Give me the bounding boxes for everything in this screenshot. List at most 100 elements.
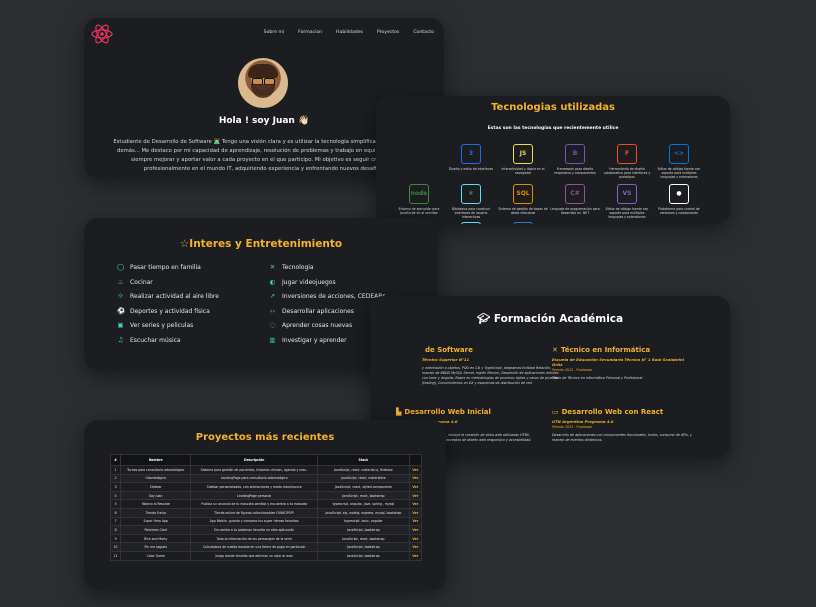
interest-label: Tecnologia [282,264,314,271]
tech-label: Interactividad y lógica en el navegador [501,167,545,175]
interest-item: ↗ Inversiones de acciones, CEDEARs [269,293,386,301]
projects-card: Proyectos más recientes # Nombre Descripci… [84,420,446,590]
table-header: Nombre [120,454,192,466]
education-period: Periodo 2012 - Finalizado [552,368,593,372]
reactnative-icon: ⚛ [461,222,481,224]
cooking-icon: ♨ [117,277,124,286]
tech-label: Framework para diseño responsivo y compo… [554,167,596,175]
nav-link-proyectos[interactable]: Proyectos [377,30,399,35]
table-cell: 6 [109,507,122,518]
code-icon: ‹› [269,306,276,315]
table-cell: 11 [109,550,122,561]
bootstrap-icon: B [565,144,585,164]
interest-label: Investigar y aprender [282,336,347,344]
tech-item: 3 Diseño y estilo de interfaces [446,144,496,171]
table-cell: Toda la información de los personajes de… [190,533,319,544]
table-cell: Pokemon Card [120,525,192,535]
view-project-link[interactable]: Ver [408,465,423,475]
nodejs-icon: node [409,184,429,204]
view-project-link[interactable]: Ver [408,516,423,527]
table-header: Descripción [190,454,319,466]
interest-item: ▣ Ver series y peliculas [117,322,194,330]
tools-icon: ✕ [552,346,558,354]
table-cell: typescript, ionic, angular [317,516,410,527]
table-row: 10 Pin me sagues Calculadora de sueldo bas… [109,542,423,552]
table-cell: 10 [109,542,122,552]
tech-label: Entorno de ejecución para JavaScript en … [398,207,440,215]
interest-label: Aprender cosas nuevas [282,322,353,329]
view-project-link[interactable]: Ver [408,499,423,509]
table-cell: 9 [109,533,122,544]
interest-label: Desarrollar aplicaciones [282,307,354,315]
table-cell: 2 [109,473,122,484]
interest-label: Ver series y peliculas [130,322,194,329]
view-project-link[interactable]: Ver [408,525,423,535]
table-cell: LandingPage para consultorio odontológic… [190,473,319,484]
table-cell: App Mobile, guarda y compara tus super h… [190,516,319,527]
technologies-card: Tecnologias utilizadas Estas son las tec… [376,96,730,224]
tech-item: ● Plataforma para control de versiones y … [654,184,704,215]
projects-title: Proyectos más recientes [195,432,335,443]
figma-icon: F [617,144,637,164]
table-row: 4 Soy Juan LandingPage personal JavaScript,… [109,490,423,501]
table-row: 5 Fábrica al Rescate Publica un anuncio de… [109,499,423,509]
view-project-link[interactable]: Ver [408,473,423,484]
interest-label: Deportes y actividad física [130,307,210,315]
tech-label: Sistema de gestión de bases de datos rel… [498,207,548,215]
view-project-link[interactable]: Ver [408,542,423,552]
tech-item: ⚛ Biblioteca para construir interfaces de… [446,184,496,219]
tech-label: Diseño y estilo de interfaces [449,167,493,171]
education-item: de Software Técnico Superior N°11 y orient… [422,346,562,386]
nav-link-sobre-mi[interactable]: Sobre mi [264,30,284,35]
nav-link-contacto[interactable]: Contacto [413,30,434,35]
react-logo-icon[interactable] [90,22,114,46]
avatar [238,58,288,108]
interest-item: ◯ Pasar tiempo en familia [117,263,201,272]
technologies-subtitle: Estas son las tecnologías que recienteme… [487,126,619,131]
tech-item: <> Editor de código fuente con soporte pa… [654,144,704,179]
view-project-link[interactable]: Ver [408,490,423,501]
table-cell: JavaScript, bootstrap [317,542,410,552]
education-item: ✕ Técnico en Informática Escuela de Educac… [552,346,692,381]
tech-label: Editor de código fuente con soporte para… [605,207,649,219]
tech-label: Herramienta de diseño colaborativo para … [603,167,651,179]
table-cell: JavaScript, react, material-ui, firebase [317,465,410,475]
gamepad-icon: ◐ [269,277,276,286]
view-project-link[interactable]: Ver [408,550,423,561]
table-cell: Turnos para consultorio odontológico [120,465,192,475]
table-cell: JavaScript, bootstrap [317,525,410,535]
table-cell: 5 [109,499,122,509]
interest-item: ☼ Realizar actividad al aire libre [117,293,219,301]
tech-label: Lenguaje de programación para desarrollo… [550,207,600,215]
nav-link-habilidades[interactable]: Habilidades [336,30,363,35]
table-cell: Calculadora de sueldo basada en una form… [190,542,319,552]
tech-label: Editor de código fuente con soporte para… [657,167,701,179]
interests-title: ☆Interes y Entretenimiento [179,238,343,250]
tech-item: SQL Sistema de gestión de bases de datos … [498,184,548,215]
tech-label: Plataforma para control de versiones y c… [658,207,700,215]
table-cell: LandingPage personal [190,490,319,501]
view-project-link[interactable]: Ver [408,507,423,518]
interest-label: Escuchar música [130,336,181,344]
table-header: # [109,454,122,466]
table-cell: 3 [109,482,122,492]
table-cell: 8 [109,525,122,535]
table-cell: 7 [109,516,122,527]
table-cell: Pin me sagues [120,542,192,552]
table-row: 11 Color Game Juego donde tendrás que adiv… [109,550,423,561]
tech-item: node Entorno de ejecución para JavaScript… [394,184,444,215]
interest-item: ✕ Tecnologia [269,264,314,272]
table-cell: Publica un anuncio de tu mascota perdida… [190,499,319,509]
view-project-link[interactable]: Ver [408,482,423,492]
education-title: 🎓︎ Formación Académica [476,313,624,325]
nav-link-formacion[interactable]: Formacion [298,30,322,35]
view-project-link[interactable]: Ver [408,533,423,544]
interest-label: Jugar videojuegos [282,278,336,286]
table-cell: JavaScript, react, styled-components [317,482,410,492]
interest-item: ♨ Cocinar [117,277,153,286]
tech-item: VS Editor de código fuente con soporte pa… [602,184,652,219]
table-cell: Sidebar [120,482,192,492]
table-cell: JavaScript, react, bootstrap [317,533,410,544]
table-row: 2 Odontológica LandingPage para consultori… [109,473,423,484]
family-icon: ◯ [117,263,125,271]
